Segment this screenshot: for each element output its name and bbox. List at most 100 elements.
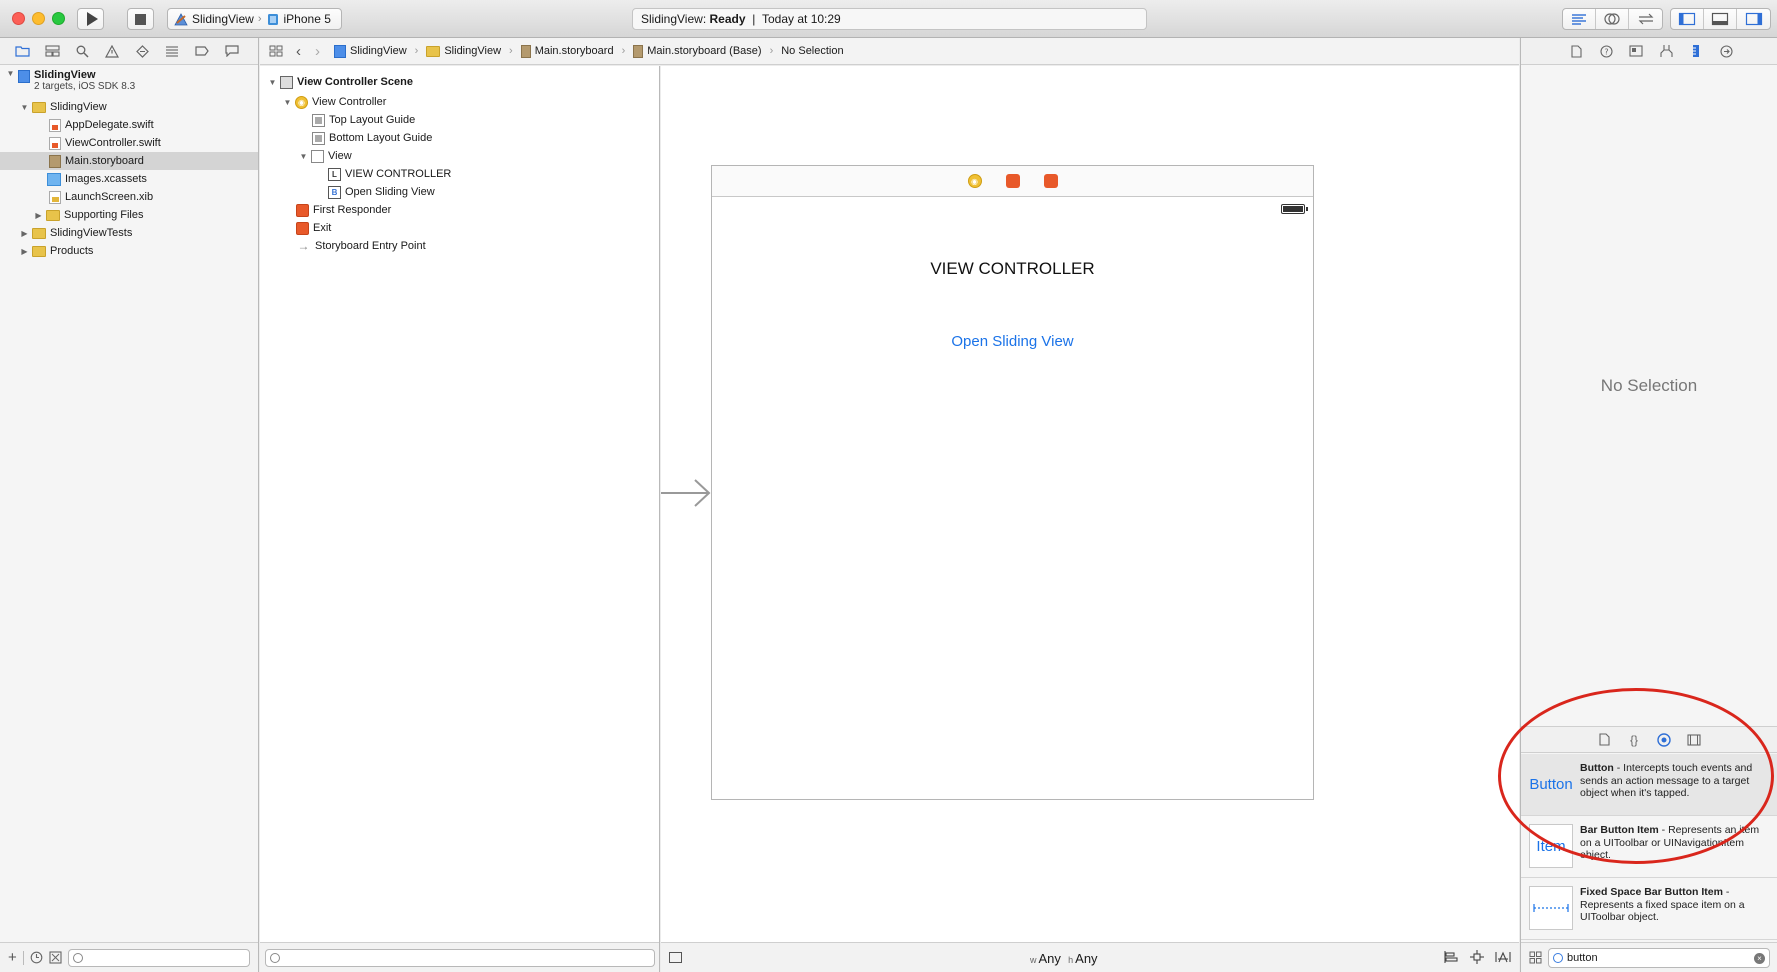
tree-file-main-storyboard[interactable]: Main.storyboard <box>0 152 258 170</box>
layout-guide-icon <box>312 131 325 145</box>
navigator-filter-field[interactable] <box>67 948 250 967</box>
standard-editor-button[interactable] <box>1563 9 1596 29</box>
breadcrumb-selection[interactable]: No Selection <box>781 45 843 57</box>
symbol-navigator-tab[interactable] <box>44 44 60 58</box>
code-snippet-library-tab[interactable]: {} <box>1627 733 1641 747</box>
project-root-row[interactable]: ▼ SlidingView 2 targets, iOS SDK 8.3 <box>0 66 258 98</box>
outline-item-label: Exit <box>313 222 332 234</box>
tree-group-products[interactable]: ▶ Products <box>0 242 258 260</box>
view-controller-scene[interactable]: ◉ VIEW CONTROLLER Open Sliding View <box>711 165 1314 800</box>
open-sliding-view-button[interactable]: Open Sliding View <box>712 333 1313 350</box>
view-controller-icon[interactable]: ◉ <box>967 174 982 188</box>
forward-chevron-icon[interactable]: › <box>315 43 320 60</box>
scene-icon <box>280 75 293 89</box>
issue-navigator-tab[interactable] <box>104 44 120 58</box>
tree-file-viewcontroller[interactable]: ViewController.swift <box>0 134 258 152</box>
scheme-selector[interactable]: SlidingView › iPhone 5 <box>167 8 342 30</box>
zoom-window-button[interactable] <box>52 12 65 25</box>
file-template-library-tab[interactable] <box>1597 733 1611 747</box>
battery-icon <box>1281 204 1305 214</box>
outline-filter-bar <box>260 942 659 972</box>
tree-item-label: Images.xcassets <box>65 173 147 185</box>
disclosure-closed-icon: ▶ <box>35 210 42 220</box>
identity-inspector-tab[interactable] <box>1628 44 1644 58</box>
report-navigator-tab[interactable] <box>224 44 240 58</box>
storyboard-entry-arrow-icon[interactable] <box>661 478 713 508</box>
outline-view-controller-row[interactable]: ▼ ◉ View Controller <box>260 93 659 111</box>
size-inspector-tab[interactable] <box>1688 44 1704 58</box>
media-library-tab[interactable] <box>1687 733 1701 747</box>
attributes-inspector-tab[interactable] <box>1658 44 1674 58</box>
grid-view-icon[interactable] <box>1529 951 1542 964</box>
first-responder-cube-icon[interactable] <box>1005 174 1020 188</box>
xcode-project-icon <box>334 44 346 58</box>
navigator-selector-bar <box>0 38 258 65</box>
view-controller-label[interactable]: VIEW CONTROLLER <box>712 259 1313 279</box>
library-search-field[interactable]: button × <box>1548 947 1770 968</box>
run-button[interactable] <box>77 8 104 30</box>
outline-label-row[interactable]: L VIEW CONTROLLER <box>260 165 659 183</box>
divider <box>22 950 24 965</box>
library-item-fixed-space[interactable]: Fixed Space Bar Button Item - Represents… <box>1521 878 1777 940</box>
swift-file-icon <box>49 136 61 150</box>
quick-help-tab[interactable]: ? <box>1598 44 1614 58</box>
storyboard-canvas[interactable]: ◉ VIEW CONTROLLER Open Sliding View w Any… <box>661 66 1519 972</box>
tree-file-images-xcassets[interactable]: Images.xcassets <box>0 170 258 188</box>
assistant-editor-button[interactable] <box>1596 9 1629 29</box>
library-item-description: Fixed Space Bar Button Item - Represents… <box>1580 886 1771 924</box>
version-editor-button[interactable] <box>1629 9 1662 29</box>
test-navigator-tab[interactable] <box>134 44 150 58</box>
toggle-navigator-button[interactable] <box>1671 9 1704 29</box>
breadcrumb-file[interactable]: Main.storyboard › <box>520 44 625 58</box>
outline-first-responder-row[interactable]: First Responder <box>260 201 659 219</box>
tree-file-appdelegate[interactable]: AppDelegate.swift <box>0 116 258 134</box>
tree-item-label: Products <box>50 245 94 257</box>
breadcrumb-group[interactable]: SlidingView › <box>426 45 513 57</box>
view-panels-control <box>1670 8 1771 30</box>
tree-file-launchscreen[interactable]: LaunchScreen.xib <box>0 188 258 206</box>
toggle-outline-icon[interactable] <box>669 952 682 963</box>
align-icon[interactable] <box>1443 950 1459 964</box>
back-chevron-icon[interactable]: ‹ <box>296 43 301 60</box>
project-navigator-tab[interactable] <box>14 44 30 58</box>
clear-search-icon[interactable]: × <box>1754 952 1765 964</box>
file-inspector-tab[interactable] <box>1568 44 1584 58</box>
resolve-issues-icon[interactable] <box>1495 950 1511 964</box>
outline-scene-row[interactable]: ▼ View Controller Scene <box>260 71 659 93</box>
stop-button[interactable] <box>127 8 154 30</box>
source-control-filter-icon[interactable] <box>49 951 62 964</box>
tree-group-slidingviewtests[interactable]: ▶ SlidingViewTests <box>0 224 258 242</box>
pin-icon[interactable] <box>1469 950 1485 964</box>
size-class-control[interactable]: w Any h Any <box>1030 951 1098 966</box>
add-icon[interactable]: + <box>8 949 17 966</box>
toggle-debug-area-button[interactable] <box>1704 9 1737 29</box>
connections-inspector-tab[interactable] <box>1718 44 1734 58</box>
related-items-grid-icon[interactable] <box>268 44 284 58</box>
library-item-button[interactable]: Button Button - Intercepts touch events … <box>1521 754 1777 816</box>
svg-text:?: ? <box>1604 47 1608 56</box>
tree-group-supporting-files[interactable]: ▶ Supporting Files <box>0 206 258 224</box>
outline-entry-point-row[interactable]: → Storyboard Entry Point <box>260 237 659 255</box>
tree-group-slidingview[interactable]: ▼ SlidingView <box>0 98 258 116</box>
outline-exit-row[interactable]: Exit <box>260 219 659 237</box>
exit-icon[interactable] <box>1043 174 1058 188</box>
outline-bottom-layout-guide-row[interactable]: Bottom Layout Guide <box>260 129 659 147</box>
outline-view-row[interactable]: ▼ View <box>260 147 659 165</box>
breadcrumb-project[interactable]: SlidingView › <box>334 44 418 58</box>
outline-filter-field[interactable] <box>265 948 655 967</box>
first-responder-cube-icon <box>296 203 309 217</box>
object-library-tab[interactable] <box>1657 732 1671 747</box>
identity-icon <box>1629 45 1643 57</box>
close-window-button[interactable] <box>12 12 25 25</box>
debug-navigator-tab[interactable] <box>164 44 180 58</box>
breadcrumb-localization[interactable]: Main.storyboard (Base) › <box>633 44 773 58</box>
library-item-bar-button-item[interactable]: Item Bar Button Item - Represents an ite… <box>1521 816 1777 878</box>
breakpoint-navigator-tab[interactable] <box>194 44 210 58</box>
toggle-utilities-button[interactable] <box>1737 9 1770 29</box>
outline-button-row[interactable]: B Open Sliding View <box>260 183 659 201</box>
outline-top-layout-guide-row[interactable]: Top Layout Guide <box>260 111 659 129</box>
find-navigator-tab[interactable] <box>74 44 90 58</box>
library-item-description: Bar Button Item - Represents an item on … <box>1580 824 1771 862</box>
recent-files-clock-icon[interactable] <box>30 951 43 964</box>
minimize-window-button[interactable] <box>32 12 45 25</box>
